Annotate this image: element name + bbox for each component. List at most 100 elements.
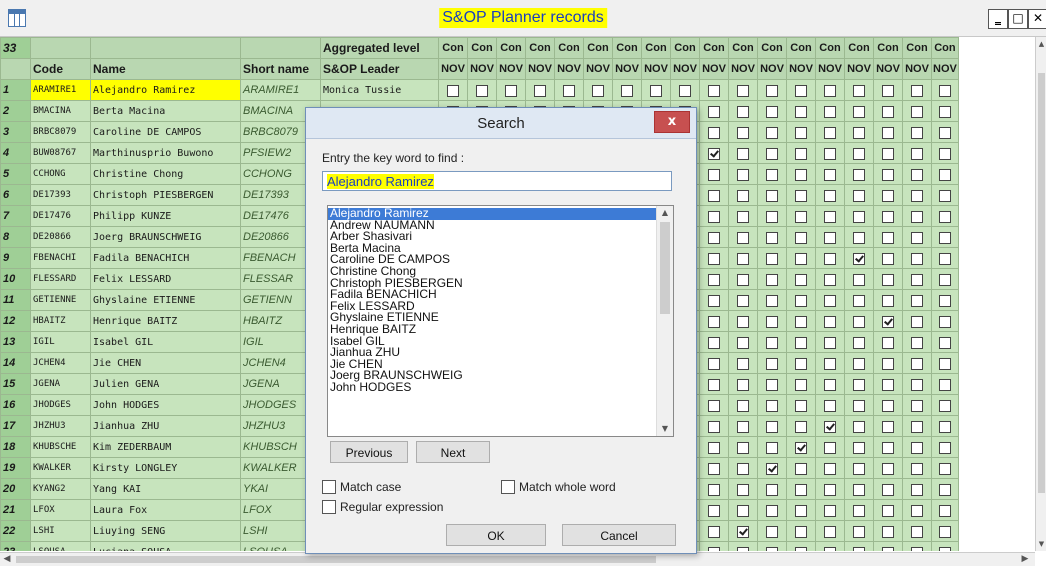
cell-con-checkbox[interactable]	[786, 226, 816, 248]
checkbox[interactable]	[737, 147, 749, 160]
list-scroll-down-icon[interactable]: ▼	[657, 422, 673, 436]
cell-con-checkbox[interactable]	[902, 142, 932, 164]
checkbox[interactable]	[911, 126, 923, 139]
header-nov[interactable]: NOV	[438, 58, 468, 80]
checked-checkbox[interactable]	[824, 420, 836, 433]
checkbox[interactable]	[708, 294, 720, 307]
checkbox[interactable]	[882, 105, 894, 118]
header-short-name[interactable]: Short name	[240, 58, 321, 80]
checkbox[interactable]	[911, 315, 923, 328]
cell-con-checkbox[interactable]	[699, 226, 729, 248]
checkbox[interactable]	[795, 189, 807, 202]
cell-con-checkbox[interactable]	[612, 79, 642, 101]
checkbox[interactable]	[737, 378, 749, 391]
checkbox[interactable]	[737, 336, 749, 349]
search-input[interactable]: Alejandro Ramirez	[322, 171, 672, 191]
checkbox[interactable]	[708, 483, 720, 496]
checkbox[interactable]	[708, 378, 720, 391]
header-con-column[interactable]: Con	[757, 37, 787, 59]
checkbox[interactable]	[824, 84, 836, 97]
cell-con-checkbox[interactable]	[699, 478, 729, 500]
checkbox[interactable]	[911, 84, 923, 97]
checkbox[interactable]	[882, 189, 894, 202]
checkbox[interactable]	[824, 462, 836, 475]
checkbox[interactable]	[766, 147, 778, 160]
cell-con-checkbox[interactable]	[728, 499, 758, 521]
checkbox[interactable]	[737, 357, 749, 370]
header-con-column[interactable]: Con	[467, 37, 497, 59]
cell-con-checkbox[interactable]	[699, 457, 729, 479]
cell-con-checkbox[interactable]	[554, 79, 584, 101]
cell-con-checkbox[interactable]	[902, 79, 932, 101]
checkbox[interactable]	[824, 126, 836, 139]
cell-con-checkbox[interactable]	[844, 121, 874, 143]
cell-con-checkbox[interactable]	[902, 478, 932, 500]
cell-con-checkbox[interactable]	[728, 373, 758, 395]
checkbox[interactable]	[938, 378, 951, 391]
checkbox[interactable]	[853, 273, 865, 286]
cell-con-checkbox[interactable]	[902, 331, 932, 353]
cell-con-checkbox[interactable]	[786, 142, 816, 164]
cell-con-checkbox[interactable]	[931, 478, 959, 500]
cell-con-checkbox[interactable]	[844, 310, 874, 332]
cell-con-checkbox[interactable]	[815, 478, 845, 500]
checkbox[interactable]	[737, 441, 749, 454]
cell-con-checkbox[interactable]	[699, 520, 729, 542]
checked-checkbox[interactable]	[795, 441, 807, 454]
cell-code[interactable]: HBAITZ	[30, 310, 91, 332]
cell-con-checkbox[interactable]	[844, 163, 874, 185]
cell-sop-leader[interactable]: Monica Tussie	[320, 79, 439, 101]
checkbox[interactable]	[737, 420, 749, 433]
checkbox[interactable]	[708, 84, 720, 97]
cell-con-checkbox[interactable]	[786, 394, 816, 416]
checkbox[interactable]	[795, 483, 807, 496]
cell-name[interactable]: Ghyslaine ETIENNE	[90, 289, 241, 311]
cell-code[interactable]: LSHI	[30, 520, 91, 542]
checkbox[interactable]	[766, 483, 778, 496]
cell-con-checkbox[interactable]	[902, 289, 932, 311]
checkbox[interactable]	[824, 504, 836, 517]
cell-con-checkbox[interactable]	[844, 352, 874, 374]
cell-con-checkbox[interactable]	[844, 478, 874, 500]
cell-con-checkbox[interactable]	[844, 226, 874, 248]
cell-name[interactable]: Yang KAI	[90, 478, 241, 500]
ok-button[interactable]: OK	[446, 524, 546, 546]
checkbox[interactable]	[708, 189, 720, 202]
checkbox[interactable]	[795, 546, 807, 551]
cell-con-checkbox[interactable]	[873, 457, 903, 479]
checkbox[interactable]	[911, 399, 923, 412]
header-con-column[interactable]: Con	[844, 37, 874, 59]
cell-con-checkbox[interactable]	[902, 163, 932, 185]
checkbox[interactable]	[824, 378, 836, 391]
cell-con-checkbox[interactable]	[728, 100, 758, 122]
cell-con-checkbox[interactable]	[902, 247, 932, 269]
cell-con-checkbox[interactable]	[786, 163, 816, 185]
cell-con-checkbox[interactable]	[728, 79, 758, 101]
checkbox[interactable]	[911, 252, 923, 265]
cell-con-checkbox[interactable]	[728, 289, 758, 311]
cell-con-checkbox[interactable]	[873, 415, 903, 437]
cell-con-checkbox[interactable]	[873, 499, 903, 521]
cell-name[interactable]: Christine Chong	[90, 163, 241, 185]
horizontal-scrollbar[interactable]: ◀ ▶	[0, 552, 1035, 566]
cell-con-checkbox[interactable]	[873, 163, 903, 185]
vertical-scroll-thumb[interactable]	[1038, 73, 1045, 493]
header-con-column[interactable]: Con	[641, 37, 671, 59]
checkbox[interactable]	[766, 420, 778, 433]
cell-name[interactable]: Christoph PIESBERGEN	[90, 184, 241, 206]
cell-con-checkbox[interactable]	[902, 121, 932, 143]
cell-con-checkbox[interactable]	[757, 478, 787, 500]
header-nov[interactable]: NOV	[786, 58, 816, 80]
checkbox[interactable]	[882, 294, 894, 307]
maximize-button[interactable]: □	[1008, 9, 1028, 29]
cell-con-checkbox[interactable]	[699, 394, 729, 416]
cell-con-checkbox[interactable]	[815, 520, 845, 542]
checkbox[interactable]	[853, 168, 865, 181]
cell-con-checkbox[interactable]	[699, 289, 729, 311]
checkbox[interactable]	[737, 168, 749, 181]
checkbox[interactable]	[795, 294, 807, 307]
match-case-checkbox[interactable]	[322, 480, 336, 494]
cell-con-checkbox[interactable]	[873, 541, 903, 551]
cell-con-checkbox[interactable]	[902, 226, 932, 248]
checkbox[interactable]	[911, 420, 923, 433]
